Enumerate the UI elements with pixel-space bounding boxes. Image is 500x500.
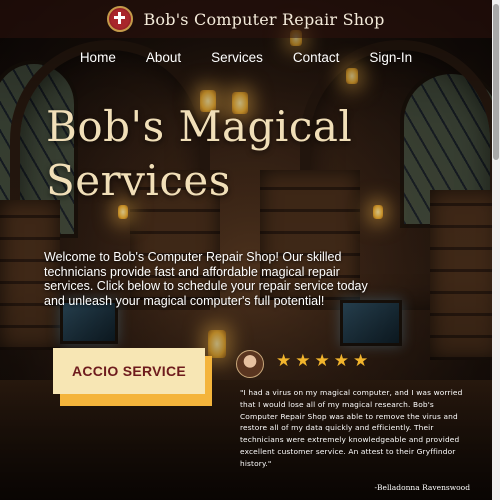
nav-link-home[interactable]: Home <box>80 50 116 65</box>
hero-title: Bob's Magical Services <box>46 100 466 208</box>
star-icon: ★ <box>314 351 330 371</box>
accio-service-button[interactable]: ACCIO SERVICE <box>53 348 205 394</box>
star-icon: ★ <box>276 351 292 371</box>
red-cross-shield-icon[interactable] <box>107 6 134 32</box>
star-rating: ★ ★ ★ ★ ★ <box>276 353 368 370</box>
nav-link-contact[interactable]: Contact <box>293 50 340 65</box>
site-brand-title[interactable]: Bob's Computer Repair Shop <box>143 10 384 29</box>
page-scrollbar[interactable] <box>492 0 500 500</box>
nav-link-services[interactable]: Services <box>211 50 263 65</box>
reviewer-avatar <box>236 350 264 378</box>
hero-intro-text: Welcome to Bob's Computer Repair Shop! O… <box>44 250 368 308</box>
star-icon: ★ <box>353 351 369 371</box>
main-nav: Home About Services Contact Sign-In <box>0 50 492 65</box>
hero-title-line-2: Services <box>46 156 231 205</box>
testimonial-author: -Belladonna Ravenswood <box>374 483 470 492</box>
site-header: Bob's Computer Repair Shop <box>0 0 492 38</box>
star-icon: ★ <box>295 351 311 371</box>
testimonial-quote: "I had a virus on my magical computer, a… <box>240 388 463 468</box>
nav-link-sign-in[interactable]: Sign-In <box>369 50 412 65</box>
hero-title-line-1: Bob's Magical <box>46 102 353 151</box>
star-icon: ★ <box>333 351 349 371</box>
scrollbar-thumb[interactable] <box>493 4 499 160</box>
nav-link-about[interactable]: About <box>146 50 181 65</box>
